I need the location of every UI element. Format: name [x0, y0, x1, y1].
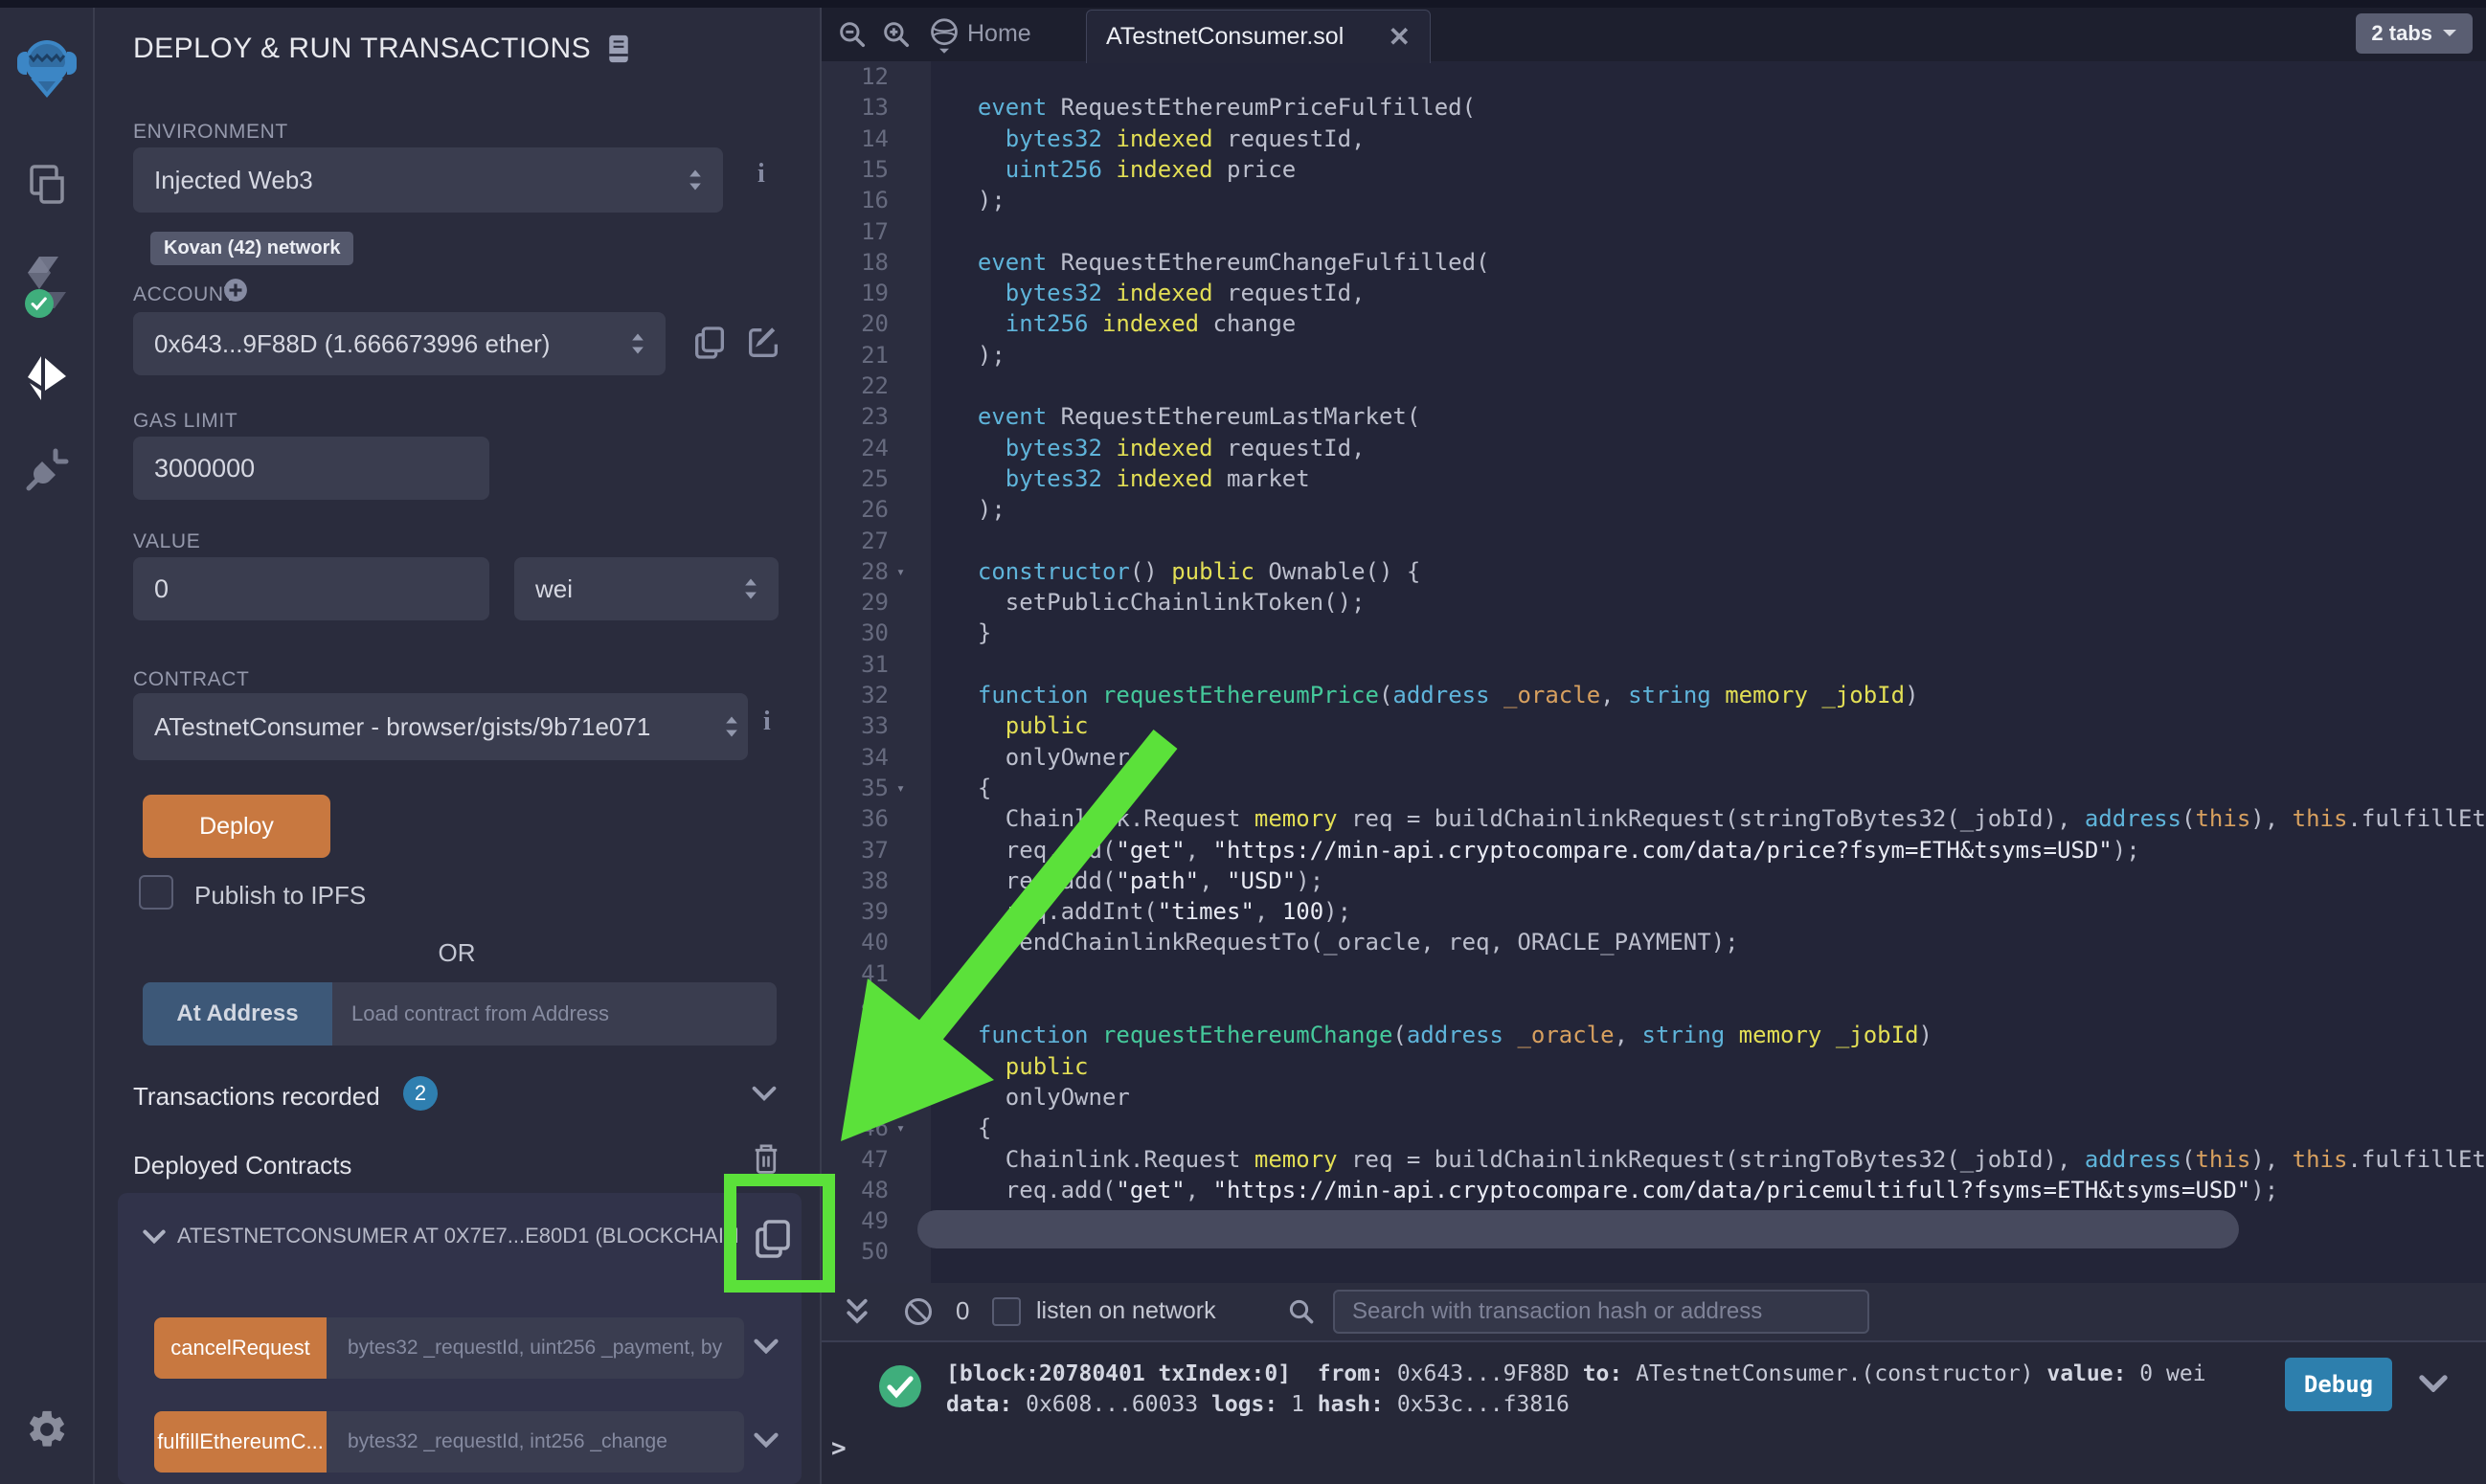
edit-account-icon[interactable] — [744, 324, 782, 362]
account-select[interactable]: 0x643...9F88D (1.666673996 ether) — [133, 312, 666, 375]
icon-sidebar — [0, 8, 95, 1484]
solidity-compiler-icon[interactable] — [0, 255, 93, 310]
add-account-icon[interactable] — [223, 278, 248, 303]
network-badge: Kovan (42) network — [150, 232, 353, 265]
terminal-search-placeholder: Search with transaction hash or address — [1352, 1298, 1762, 1325]
environment-label: ENVIRONMENT — [133, 121, 288, 144]
gas-limit-value: 3000000 — [154, 454, 255, 483]
account-value: 0x643...9F88D (1.666673996 ether) — [154, 329, 550, 359]
transactions-recorded-label: Transactions recorded — [133, 1082, 380, 1112]
fulfill-ethereum-change-button[interactable]: fulfillEthereumC... — [154, 1411, 327, 1473]
plugin-manager-icon[interactable] — [0, 446, 93, 494]
select-updown-icon — [689, 169, 702, 191]
contract-label: CONTRACT — [133, 668, 249, 691]
clear-console-ban-icon[interactable] — [904, 1297, 933, 1326]
compile-success-badge-icon — [25, 289, 54, 318]
documentation-book-icon[interactable] — [606, 34, 631, 64]
publish-ipfs-checkbox[interactable] — [139, 875, 173, 910]
instance-expand-chevron-icon[interactable] — [143, 1229, 166, 1244]
value-amount: 0 — [154, 574, 169, 604]
gas-limit-label: GAS LIMIT — [133, 410, 237, 433]
remix-logo-icon[interactable] — [0, 34, 93, 105]
terminal-toolbar: 0 listen on network Search with transact… — [822, 1283, 2486, 1342]
contract-info-icon[interactable]: i — [763, 707, 771, 737]
file-explorer-icon[interactable] — [0, 161, 93, 211]
fulfill-ethereum-change-params: bytes32 _requestId, int256 _change — [348, 1430, 667, 1453]
at-address-placeholder: Load contract from Address — [351, 1001, 609, 1026]
fulfill-ethereum-change-params-input[interactable]: bytes32 _requestId, int256 _change — [327, 1411, 744, 1473]
remix-ide-window: DEPLOY & RUN TRANSACTIONS ENVIRONMENT In… — [0, 0, 2486, 1484]
listen-network-checkbox[interactable] — [992, 1297, 1021, 1326]
cancel-request-params-input[interactable]: bytes32 _requestId, uint256 _payment, by — [327, 1317, 744, 1379]
deploy-button[interactable]: Deploy — [143, 795, 330, 858]
transactions-count-badge: 2 — [403, 1076, 438, 1111]
deployed-contracts-label: Deployed Contracts — [133, 1151, 351, 1180]
at-address-input[interactable]: Load contract from Address — [332, 982, 777, 1046]
contract-value: ATestnetConsumer - browser/gists/9b71e07… — [154, 712, 650, 742]
deployed-contract-card: ATESTNETCONSUMER AT 0X7E7...E80D1 (BLOCK… — [118, 1193, 802, 1484]
terminal-search-input[interactable]: Search with transaction hash or address — [1333, 1290, 1869, 1334]
deploy-run-panel: DEPLOY & RUN TRANSACTIONS ENVIRONMENT In… — [95, 8, 822, 1484]
cancel-request-button[interactable]: cancelRequest — [154, 1317, 327, 1379]
terminal-prompt[interactable]: > — [831, 1434, 847, 1463]
listen-network-label: listen on network — [1036, 1297, 1216, 1325]
collapse-terminal-double-chevron-icon[interactable] — [845, 1297, 870, 1326]
code-lines[interactable]: 1213 event RequestEthereumPriceFulfilled… — [822, 8, 2486, 1283]
tx-success-check-icon — [877, 1363, 923, 1409]
value-label: VALUE — [133, 530, 200, 553]
value-unit-select[interactable]: wei — [514, 557, 779, 620]
clear-deployed-trash-icon[interactable] — [752, 1141, 780, 1176]
or-separator: OR — [133, 938, 780, 968]
deploy-run-icon[interactable] — [0, 354, 93, 404]
terminal: 0 listen on network Search with transact… — [822, 1283, 2486, 1484]
cancel-request-expand-chevron-icon[interactable] — [754, 1338, 779, 1354]
at-address-button[interactable]: At Address — [143, 982, 332, 1046]
environment-select[interactable]: Injected Web3 — [133, 147, 723, 213]
tx-log-line-2[interactable]: data: 0x608...60033 logs: 1 hash: 0x53c.… — [946, 1392, 1570, 1417]
annotation-highlight-box — [724, 1174, 835, 1293]
settings-gear-icon[interactable] — [0, 1407, 93, 1451]
value-input[interactable]: 0 — [133, 557, 489, 620]
environment-info-icon[interactable]: i — [757, 159, 765, 190]
account-label: ACCOUNT — [133, 283, 237, 306]
transactions-chevron-down-icon[interactable] — [752, 1086, 777, 1101]
panel-title: DEPLOY & RUN TRANSACTIONS — [133, 33, 591, 65]
panel-title-row: DEPLOY & RUN TRANSACTIONS — [133, 33, 631, 65]
contract-instance-title[interactable]: ATESTNETCONSUMER AT 0X7E7...E80D1 (BLOCK… — [177, 1224, 738, 1248]
debug-button[interactable]: Debug — [2285, 1358, 2392, 1411]
log-expand-chevron-icon[interactable] — [2419, 1375, 2448, 1392]
select-updown-icon — [744, 577, 757, 600]
select-updown-icon — [725, 715, 738, 738]
search-icon — [1287, 1297, 1316, 1326]
copy-account-icon[interactable] — [690, 324, 729, 362]
value-unit: wei — [535, 574, 573, 604]
code-editor: Home ATestnetConsumer.sol ✕ 2 tabs 1213 … — [822, 8, 2486, 1283]
contract-select[interactable]: ATestnetConsumer - browser/gists/9b71e07… — [133, 693, 748, 760]
pending-tx-count: 0 — [956, 1296, 969, 1326]
horizontal-scrollbar[interactable] — [917, 1210, 2239, 1248]
environment-value: Injected Web3 — [154, 166, 313, 195]
window-top-strip — [0, 0, 2486, 8]
tx-log-line-1[interactable]: [block:20780401 txIndex:0] from: 0x643..… — [946, 1361, 2206, 1386]
fulfill-expand-chevron-icon[interactable] — [754, 1432, 779, 1448]
gas-limit-input[interactable]: 3000000 — [133, 437, 489, 500]
cancel-request-params: bytes32 _requestId, uint256 _payment, by — [348, 1337, 722, 1360]
select-updown-icon — [631, 332, 644, 355]
publish-ipfs-label: Publish to IPFS — [194, 881, 366, 911]
